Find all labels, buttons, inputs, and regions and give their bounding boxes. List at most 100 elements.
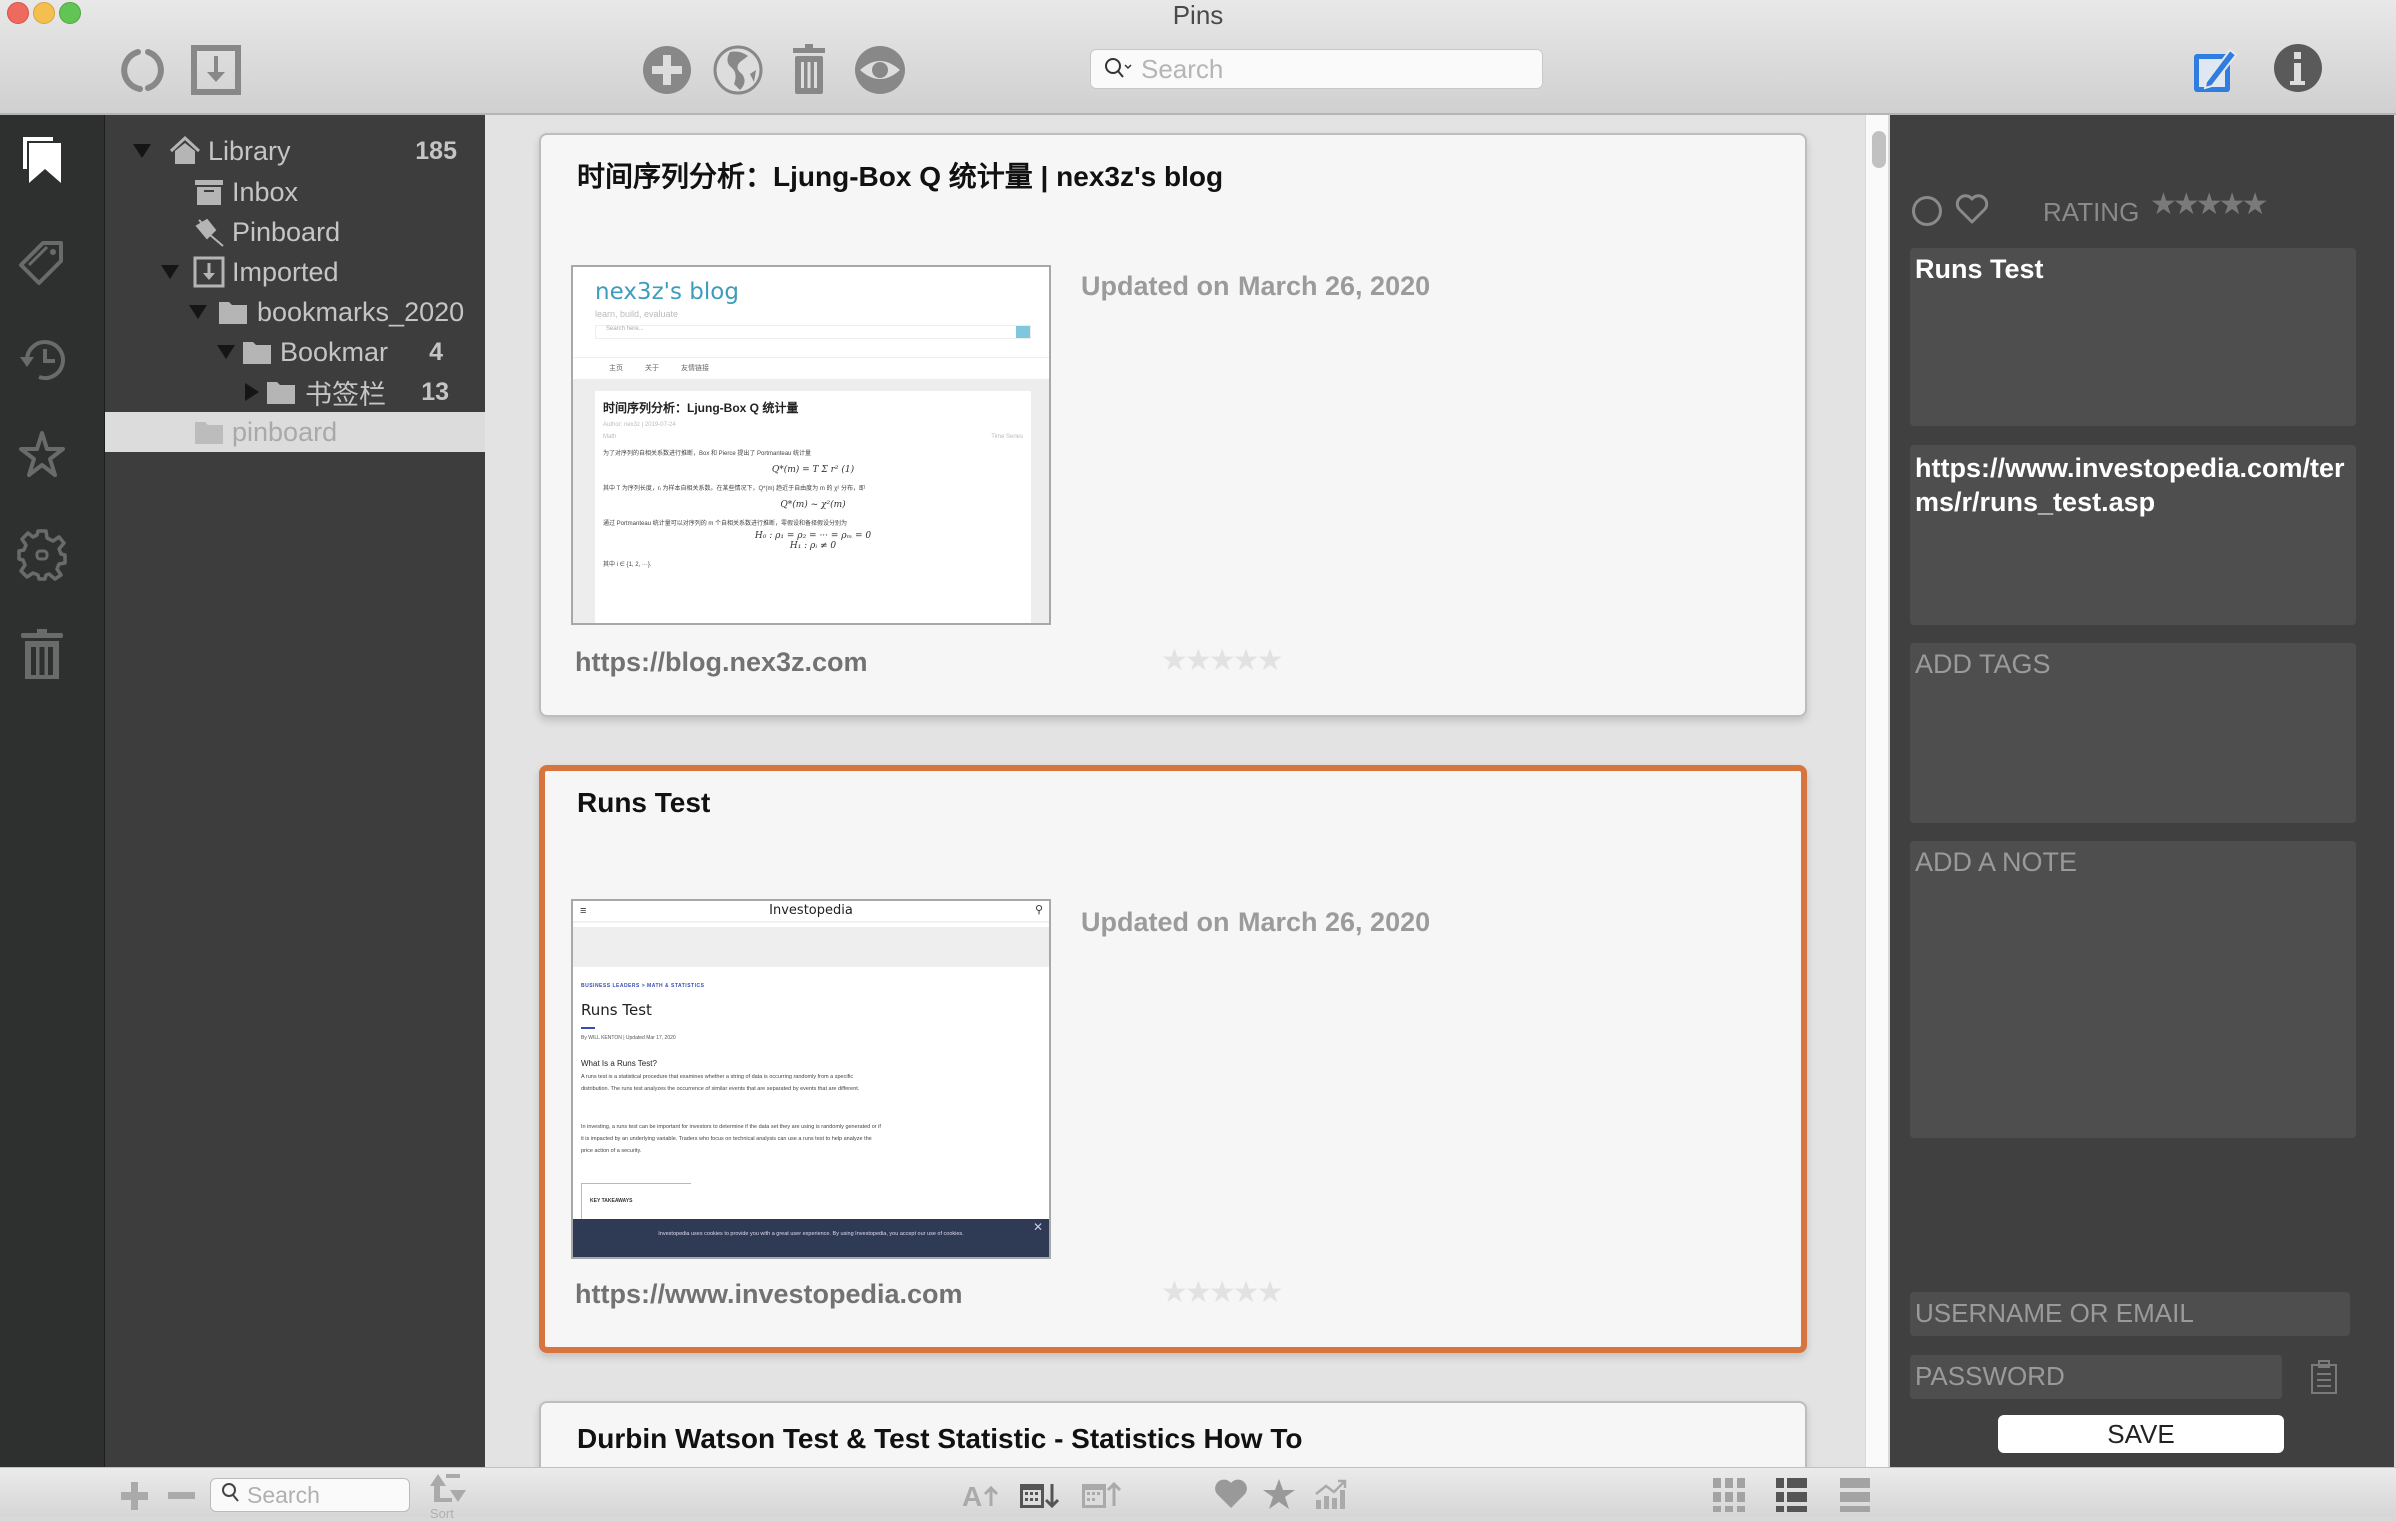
thumb-text: 其中 i ∈ {1, 2, ···}. bbox=[603, 562, 652, 568]
updated-date: March 26, 2020 bbox=[1238, 271, 1431, 301]
disclosure-expanded-icon[interactable] bbox=[189, 305, 207, 319]
sidebar-search-field[interactable] bbox=[210, 1478, 410, 1512]
thumb-category: Math bbox=[603, 434, 617, 440]
updated-label: Updated on bbox=[1081, 907, 1230, 937]
disclosure-collapsed-icon[interactable] bbox=[245, 383, 259, 401]
heart-icon[interactable] bbox=[1214, 1476, 1248, 1512]
search-input[interactable] bbox=[1141, 53, 1501, 85]
thumb-search: Search here... bbox=[595, 325, 1031, 339]
tree-item-imported[interactable]: Imported bbox=[105, 252, 485, 292]
updated-label: Updated on bbox=[1081, 271, 1230, 301]
tags-icon[interactable] bbox=[17, 231, 67, 285]
tree-item-bookmarks-bar[interactable]: 书签栏 13 bbox=[105, 372, 485, 412]
tree-item-label: pinboard bbox=[232, 416, 338, 447]
rating-stars[interactable]: ★★★★★ bbox=[2150, 187, 2269, 222]
tree-item-library[interactable]: Library 185 bbox=[105, 131, 485, 171]
trending-icon[interactable] bbox=[1314, 1476, 1348, 1512]
save-button[interactable]: SAVE bbox=[1998, 1415, 2284, 1453]
thumb-article-title: 时间序列分析：Ljung-Box Q 统计量 bbox=[603, 401, 799, 415]
card-url[interactable]: https://www.investopedia.com bbox=[575, 1279, 963, 1310]
tags-field[interactable]: ADD TAGS bbox=[1910, 643, 2356, 823]
sort-alpha-icon[interactable]: A bbox=[962, 1476, 1000, 1512]
list-view-icon[interactable] bbox=[1776, 1476, 1816, 1512]
sort-date-asc-icon[interactable] bbox=[1080, 1476, 1124, 1512]
folder-icon bbox=[193, 416, 225, 448]
add-collection-icon[interactable] bbox=[118, 1476, 150, 1512]
settings-icon[interactable] bbox=[17, 527, 67, 581]
navigation-rail bbox=[0, 115, 105, 1467]
card-title[interactable]: 时间序列分析：Ljung-Box Q 统计量 | nex3z's blog bbox=[577, 155, 1223, 195]
compact-view-icon[interactable] bbox=[1840, 1476, 1880, 1512]
tree-item-inbox[interactable]: Inbox bbox=[105, 172, 485, 212]
info-icon[interactable] bbox=[2272, 44, 2324, 96]
sort-date-desc-icon[interactable] bbox=[1018, 1476, 1062, 1512]
tree-item-count: 13 bbox=[421, 377, 449, 406]
bookmark-card-selected[interactable]: Runs Test ≡ Investopedia ⚲ BUSINESS LEAD… bbox=[539, 765, 1807, 1353]
sort-icon[interactable] bbox=[424, 1472, 470, 1504]
search-field[interactable] bbox=[1090, 49, 1543, 89]
bookmark-card[interactable]: 时间序列分析：Ljung-Box Q 统计量 | nex3z's blog ne… bbox=[539, 133, 1807, 717]
close-icon: ✕ bbox=[1032, 1220, 1043, 1234]
disclosure-expanded-icon[interactable] bbox=[217, 345, 235, 359]
tree-item-label: Pinboard bbox=[232, 216, 341, 247]
scroll-thumb[interactable] bbox=[1872, 131, 1886, 168]
history-icon[interactable] bbox=[17, 331, 67, 385]
page-thumbnail[interactable]: ≡ Investopedia ⚲ BUSINESS LEADERS > MATH… bbox=[571, 899, 1051, 1259]
heart-icon[interactable] bbox=[1955, 193, 1989, 225]
url-field[interactable]: https://www.investopedia.com/terms/r/run… bbox=[1910, 445, 2356, 625]
card-url[interactable]: https://blog.nex3z.com bbox=[575, 647, 868, 678]
card-title[interactable]: Durbin Watson Test & Test Statistic - St… bbox=[577, 1423, 1302, 1455]
add-icon[interactable] bbox=[641, 44, 693, 96]
page-thumbnail[interactable]: nex3z's blog learn, build, evaluate Sear… bbox=[571, 265, 1051, 625]
thumb-nav-item: 关于 bbox=[645, 365, 659, 372]
rating-label: RATING bbox=[2043, 197, 2140, 227]
eye-icon[interactable] bbox=[854, 44, 906, 96]
tree-item-bookmarks-2020[interactable]: bookmarks_2020 bbox=[105, 292, 485, 332]
title-field[interactable]: Runs Test bbox=[1910, 248, 2356, 426]
thumb-cookie-banner: Investopedia uses cookies to provide you… bbox=[573, 1219, 1049, 1257]
clipboard-icon[interactable] bbox=[2310, 1360, 2338, 1394]
disclosure-expanded-icon[interactable] bbox=[161, 265, 179, 279]
password-field[interactable]: PASSWORD bbox=[1910, 1355, 2282, 1399]
star-icon[interactable] bbox=[1262, 1476, 1296, 1512]
thumb-breadcrumb: BUSINESS LEADERS > MATH & STATISTICS bbox=[581, 983, 705, 989]
remove-collection-icon[interactable] bbox=[165, 1476, 197, 1512]
thumb-text: 其中 T 为序列长度，rᵢ 为样本自相关系数。在某些情况下，Q*(m) 趋近于自… bbox=[603, 486, 865, 492]
import-icon[interactable] bbox=[190, 44, 242, 96]
search-icon bbox=[1103, 56, 1133, 82]
trash-icon[interactable] bbox=[17, 627, 67, 681]
card-rating-stars[interactable]: ★★★★★ bbox=[1161, 1275, 1283, 1310]
bookmarks-icon[interactable] bbox=[17, 133, 67, 187]
window-title: Pins bbox=[1172, 0, 1224, 30]
tree-item-label: Inbox bbox=[232, 176, 299, 207]
sort-label: Sort bbox=[430, 1506, 454, 1521]
unread-toggle[interactable] bbox=[1912, 196, 1942, 226]
sidebar-search-input[interactable] bbox=[247, 1481, 397, 1509]
tree-item-label: bookmarks_2020 bbox=[257, 296, 465, 327]
card-title[interactable]: Runs Test bbox=[577, 787, 710, 819]
card-rating-stars[interactable]: ★★★★★ bbox=[1161, 643, 1283, 678]
bookmark-list: 时间序列分析：Ljung-Box Q 统计量 | nex3z's blog ne… bbox=[485, 115, 1865, 1467]
thumb-formula: Q*(m) ~ χ²(m) bbox=[780, 500, 846, 510]
list-scrollbar[interactable] bbox=[1866, 115, 1888, 1467]
updated-date: March 26, 2020 bbox=[1238, 907, 1431, 937]
tree-item-pinboard[interactable]: pinboard bbox=[105, 412, 485, 452]
disclosure-expanded-icon[interactable] bbox=[133, 144, 151, 158]
tree-item-bookmar[interactable]: Bookmar 4 bbox=[105, 332, 485, 372]
globe-icon[interactable] bbox=[712, 44, 764, 96]
thumb-paragraph: A runs test is a statistical procedure t… bbox=[581, 1074, 860, 1092]
note-field[interactable]: ADD A NOTE bbox=[1910, 841, 2356, 1138]
thumb-paragraph: In investing, a runs test can be importa… bbox=[581, 1124, 881, 1154]
grid-view-icon[interactable] bbox=[1713, 1476, 1753, 1512]
folder-icon bbox=[217, 296, 249, 328]
bookmark-card[interactable]: Durbin Watson Test & Test Statistic - St… bbox=[539, 1401, 1807, 1467]
refresh-icon[interactable] bbox=[118, 44, 170, 96]
trash-icon[interactable] bbox=[783, 44, 835, 96]
username-field[interactable]: USERNAME OR EMAIL bbox=[1910, 1292, 2350, 1336]
thumb-cookie-text: Investopedia uses cookies to provide you… bbox=[658, 1231, 964, 1237]
tree-item-pinboard[interactable]: Pinboard bbox=[105, 212, 485, 252]
edit-icon[interactable] bbox=[2190, 44, 2242, 96]
search-icon: ⚲ bbox=[1034, 904, 1043, 916]
star-icon[interactable] bbox=[17, 427, 67, 481]
thumb-article-title: Runs Test bbox=[581, 1001, 652, 1019]
